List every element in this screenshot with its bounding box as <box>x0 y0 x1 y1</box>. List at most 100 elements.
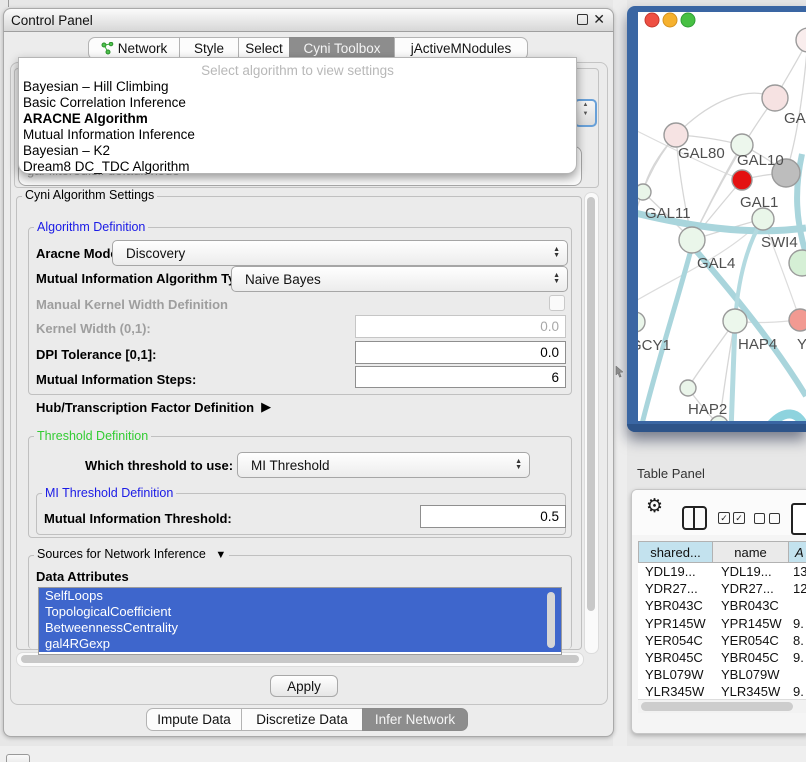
dropdown-item[interactable]: Bayesian – Hill Climbing <box>23 79 572 95</box>
table-cell[interactable]: 9. <box>789 650 806 665</box>
control-panel-titlebar: Control Panel ✕ <box>3 8 614 32</box>
table-cell[interactable]: YBL079W <box>638 667 713 682</box>
tab-impute-data[interactable]: Impute Data <box>146 708 242 731</box>
data-attributes-list: SelfLoopsTopologicalCoefficientBetweenne… <box>38 587 562 655</box>
table-row: YDL19...YDL19...13 <box>638 563 806 580</box>
combo-stepper-icon: ▲▼ <box>553 247 560 259</box>
zoom-traffic-light[interactable] <box>681 13 695 27</box>
vertical-scrollbar-thumb[interactable] <box>587 197 595 611</box>
graph-node-label: HAP2 <box>688 401 727 418</box>
network-view-window[interactable]: GAL7GAL80GAL10GAL1GAL11SWI4GAL4GCY1HAP4Y… <box>627 6 806 432</box>
column-header-name[interactable]: name <box>712 541 789 563</box>
screen: Control Panel ✕ Network Style Select Cyn… <box>0 0 806 762</box>
table-cell[interactable]: 13 <box>789 564 806 579</box>
table-cell[interactable]: YPR145W <box>713 616 789 631</box>
table-horizontal-scrollbar <box>638 699 806 713</box>
horizontal-scrollbar-thumb[interactable] <box>21 655 579 663</box>
tab-infer-network[interactable]: Infer Network <box>362 708 468 731</box>
table-cell[interactable]: YDL19... <box>638 564 713 579</box>
graph-node[interactable] <box>680 380 696 396</box>
dropdown-item[interactable]: Bayesian – K2 <box>23 143 572 159</box>
table-cell[interactable]: YER054C <box>638 633 713 648</box>
top-tick <box>8 0 9 7</box>
manual-kernel-checkbox[interactable] <box>549 295 565 311</box>
table-cell[interactable]: YDL19... <box>713 564 789 579</box>
network-icon <box>101 42 114 55</box>
table-cell[interactable]: YBR045C <box>638 650 713 665</box>
apply-button[interactable]: Apply <box>270 675 338 697</box>
dpi-tolerance-value: 0.0 <box>540 345 559 360</box>
table-cell[interactable]: YLR345W <box>713 684 789 699</box>
attribute-list-item[interactable]: BetweennessCentrality <box>39 620 561 636</box>
tab-discretize-data[interactable]: Discretize Data <box>241 708 363 731</box>
list-scrollbar-thumb[interactable] <box>547 592 555 648</box>
table-cell[interactable]: YPR145W <box>638 616 713 631</box>
tab-label: Select <box>245 41 283 56</box>
table-cell[interactable]: 9. <box>789 616 806 631</box>
bottom-left-button[interactable] <box>6 754 30 762</box>
mi-threshold-field[interactable]: 0.5 <box>420 505 566 528</box>
table-cell[interactable]: YER054C <box>713 633 789 648</box>
bottom-strip <box>0 746 806 762</box>
graph-node-label: Y <box>797 336 806 353</box>
checked-columns-icon[interactable]: ✓✓ <box>718 512 745 524</box>
which-threshold-combo[interactable]: MI Threshold ▲▼ <box>237 452 530 478</box>
graph-node[interactable] <box>732 170 752 190</box>
dropdown-item[interactable]: Mutual Information Inference <box>23 127 572 143</box>
collapse-arrow-icon: ▼ <box>215 549 226 561</box>
mi-type-value: Naive Bayes <box>245 272 321 287</box>
aracne-mode-combo[interactable]: Discovery ▲▼ <box>112 240 568 266</box>
table-cell[interactable]: 9. <box>789 684 806 699</box>
columns-icon[interactable] <box>682 506 707 530</box>
column-header-shared-name[interactable]: shared... <box>638 541 713 563</box>
attribute-list-item[interactable]: gal4RGexp <box>39 636 561 652</box>
float-window-icon[interactable] <box>577 14 588 25</box>
table-cell[interactable]: 8. <box>789 633 806 648</box>
close-traffic-light[interactable] <box>645 13 659 27</box>
table-cell[interactable]: 12 <box>789 581 806 596</box>
table-rows: YDL19...YDL19...13YDR27...YDR27...12YBR0… <box>638 563 806 699</box>
kernel-width-field[interactable]: 0.0 <box>355 315 566 338</box>
minimize-traffic-light[interactable] <box>663 13 677 27</box>
graph-node-label: GAL11 <box>645 205 691 222</box>
table-cell[interactable]: YBR045C <box>713 650 789 665</box>
sources-header[interactable]: Sources for Network Inference ▼ <box>34 548 229 562</box>
attribute-list-item[interactable]: TopologicalCoefficient <box>39 604 561 620</box>
dpi-tolerance-field[interactable]: 0.0 <box>355 341 566 364</box>
table-cell[interactable]: YBR043C <box>713 598 789 613</box>
dropdown-item[interactable]: Basic Correlation Inference <box>23 95 572 111</box>
splitter-strip <box>613 0 627 762</box>
graph-node[interactable] <box>679 227 705 253</box>
graph-node-label: GAL10 <box>737 152 784 169</box>
close-window-icon[interactable]: ✕ <box>593 11 605 28</box>
which-threshold-value: MI Threshold <box>251 458 330 473</box>
table-cell[interactable]: YLR345W <box>638 684 713 699</box>
unchecked-columns-icon[interactable] <box>754 513 780 524</box>
table-cell[interactable]: YDR27... <box>713 581 789 596</box>
mi-steps-field[interactable]: 6 <box>355 366 566 388</box>
mi-threshold-value: 0.5 <box>540 509 559 524</box>
graph-node-label: GAL1 <box>740 194 778 211</box>
attribute-list-item[interactable]: SelfLoops <box>39 588 561 604</box>
table-cell[interactable]: YDR27... <box>638 581 713 596</box>
algorithm-combo-stepper[interactable]: ▲▼ <box>574 99 597 127</box>
mi-type-combo[interactable]: Naive Bayes ▲▼ <box>231 266 568 292</box>
graph-node[interactable] <box>752 208 774 230</box>
gear-icon[interactable]: ⚙ <box>646 495 663 518</box>
table-row: YBL079WYBL079W <box>638 666 806 683</box>
graph-node[interactable] <box>789 309 806 331</box>
table-panel-title: Table Panel <box>637 466 705 481</box>
table-cell[interactable]: YBR043C <box>638 598 713 613</box>
graph-node[interactable] <box>723 309 747 333</box>
graph-node[interactable] <box>664 123 688 147</box>
dropdown-item[interactable]: Dream8 DC_TDC Algorithm <box>23 159 572 175</box>
threshold-definition-title: Threshold Definition <box>34 430 151 443</box>
hub-definition-expander[interactable]: Hub/Transcription Factor Definition ▶ <box>36 399 271 415</box>
table-cell[interactable]: YBL079W <box>713 667 789 682</box>
column-header-partial[interactable]: A <box>788 541 806 563</box>
document-icon[interactable] <box>791 503 806 535</box>
dropdown-item[interactable]: ARACNE Algorithm <box>23 111 572 127</box>
table-row: YBR043CYBR043C <box>638 597 806 614</box>
table-scrollbar-thumb[interactable] <box>641 702 793 711</box>
graph-node[interactable] <box>762 85 788 111</box>
